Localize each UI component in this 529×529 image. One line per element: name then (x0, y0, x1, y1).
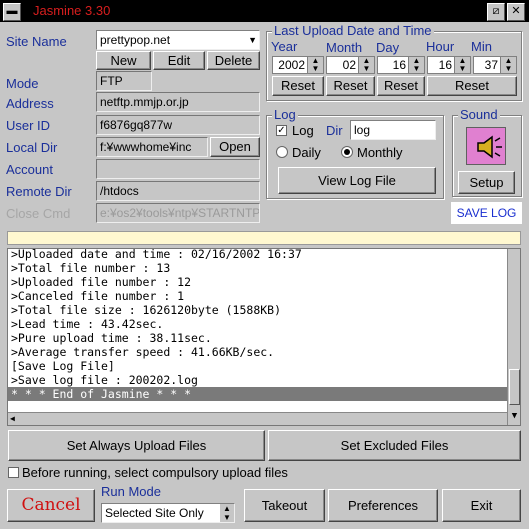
monthly-label: Monthly (357, 145, 403, 160)
log-dir-input[interactable]: log (350, 120, 436, 140)
day-spinner[interactable]: 16 ▲ ▼ (377, 56, 425, 74)
spin-arrows-icon[interactable]: ▲ ▼ (454, 57, 470, 73)
daily-label: Daily (292, 145, 321, 160)
log-line: >Lead time : 43.42sec. (11, 317, 164, 331)
system-menu-icon[interactable]: ▬ (3, 3, 21, 21)
account-label: Account (6, 162, 53, 177)
site-name-value: prettypop.net (100, 33, 171, 47)
closecmd-label: Close Cmd (6, 206, 71, 221)
status-bar (7, 231, 521, 245)
log-line: >Canceled file number : 1 (11, 289, 185, 303)
log-line: [Save Log File] (11, 359, 115, 373)
spin-arrows-icon[interactable]: ▲ ▼ (307, 57, 323, 73)
account-field (96, 159, 260, 179)
open-dir-button[interactable]: Open (210, 137, 260, 157)
log-scroll-thumb[interactable] (509, 369, 520, 405)
userid-label: User ID (6, 118, 51, 133)
log-line: >Save log file : 200202.log (11, 373, 198, 387)
spin-arrows-icon[interactable]: ▲ ▼ (220, 504, 234, 522)
spin-arrows-icon[interactable]: ▲ ▼ (500, 57, 516, 73)
address-field: netftp.mmjp.or.jp (96, 92, 260, 112)
year-value: 2002 (278, 58, 305, 72)
takeout-button[interactable]: Takeout (244, 489, 325, 522)
day-label: Day (376, 40, 400, 55)
always-upload-button[interactable]: Set Always Upload Files (8, 430, 265, 461)
view-log-button[interactable]: View Log File (278, 167, 436, 194)
save-log-status: SAVE LOG (451, 202, 522, 224)
close-icon[interactable]: ✕ (507, 3, 525, 21)
reset-time-button[interactable]: Reset (427, 76, 517, 96)
log-output[interactable]: >Uploaded date and time : 02/16/2002 16:… (7, 248, 521, 426)
log-check-label: Log (292, 123, 314, 138)
min-label: Min (471, 39, 492, 54)
log-line: >Uploaded date and time : 02/16/2002 16:… (11, 248, 302, 261)
title-bar: ▬ Jasmine 3.30 ⧄ ✕ (0, 0, 529, 22)
mode-field: FTP (96, 71, 152, 91)
remotedir-label: Remote Dir (6, 184, 72, 199)
log-hscrollbar[interactable]: ◀ (8, 412, 507, 425)
before-running-label: Before running, select compulsory upload… (22, 465, 288, 480)
exit-button[interactable]: Exit (442, 489, 521, 522)
closecmd-field: e:¥os2¥tools¥ntp¥STARTNTP (96, 203, 260, 223)
run-mode-select[interactable]: Selected Site Only ▲ ▼ (101, 503, 235, 523)
remotedir-field: /htdocs (96, 181, 260, 201)
mode-label: Mode (6, 76, 39, 91)
month-value: 02 (342, 58, 356, 72)
log-scrollbar[interactable]: ▼ (507, 249, 520, 425)
minimize-icon[interactable]: ⧄ (487, 3, 505, 21)
speaker-icon[interactable] (466, 127, 506, 165)
delete-site-button[interactable]: Delete (207, 51, 260, 70)
log-checkbox[interactable]: ✓ (276, 125, 287, 136)
log-line: >Average transfer speed : 41.66KB/sec. (11, 345, 275, 359)
min-value: 37 (484, 58, 498, 72)
run-mode-value: Selected Site Only (105, 506, 204, 520)
year-label: Year (271, 39, 298, 54)
sound-group-title: Sound (458, 107, 500, 122)
year-spinner[interactable]: 2002 ▲ ▼ (272, 56, 324, 74)
excluded-files-button[interactable]: Set Excluded Files (268, 430, 521, 461)
reset-month-button[interactable]: Reset (326, 76, 375, 96)
log-line: * * * End of Jasmine * * * (8, 387, 508, 401)
last-upload-group-title: Last Upload Date and Time (272, 23, 434, 38)
log-line: >Total file size : 1626120byte (1588KB) (11, 303, 282, 317)
preferences-button[interactable]: Preferences (328, 489, 438, 522)
before-running-checkbox[interactable] (8, 467, 19, 478)
window-title: Jasmine 3.30 (33, 3, 111, 18)
log-group-title: Log (272, 107, 298, 122)
new-site-button[interactable]: New (96, 51, 151, 70)
log-line: >Pure upload time : 38.11sec. (11, 331, 212, 345)
reset-year-button[interactable]: Reset (272, 76, 324, 96)
log-line: >Total file number : 13 (11, 261, 171, 275)
hour-value: 16 (438, 58, 452, 72)
cancel-button[interactable]: Cancel (7, 489, 95, 522)
run-mode-label: Run Mode (101, 484, 161, 499)
min-spinner[interactable]: 37 ▲ ▼ (473, 56, 517, 74)
month-label: Month (326, 40, 363, 55)
scroll-left-icon[interactable]: ◀ (10, 413, 15, 425)
userid-field: f6876gq877w (96, 115, 260, 135)
edit-site-button[interactable]: Edit (153, 51, 205, 70)
reset-day-button[interactable]: Reset (377, 76, 425, 96)
sound-setup-button[interactable]: Setup (458, 171, 515, 194)
log-dir-label: Dir (326, 123, 343, 138)
hour-label: Hour (426, 39, 455, 54)
spin-arrows-icon[interactable]: ▲ ▼ (408, 57, 424, 73)
scroll-down-icon[interactable]: ▼ (508, 409, 520, 424)
monthly-radio[interactable] (341, 146, 353, 158)
address-label: Address (6, 96, 54, 111)
daily-radio[interactable] (276, 146, 288, 158)
localdir-label: Local Dir (6, 140, 58, 155)
month-spinner[interactable]: 02 ▲ ▼ (326, 56, 375, 74)
hour-spinner[interactable]: 16 ▲ ▼ (427, 56, 471, 74)
chevron-down-icon: ▼ (248, 35, 257, 45)
localdir-field: f:¥wwwhome¥inc (96, 137, 208, 157)
spin-arrows-icon[interactable]: ▲ ▼ (358, 57, 374, 73)
log-line: >Uploaded file number : 12 (11, 275, 192, 289)
site-name-label: Site Name (6, 34, 67, 49)
log-lines: >Uploaded date and time : 02/16/2002 16:… (8, 248, 508, 401)
day-value: 16 (392, 58, 406, 72)
site-name-select[interactable]: prettypop.net ▼ (96, 30, 260, 50)
